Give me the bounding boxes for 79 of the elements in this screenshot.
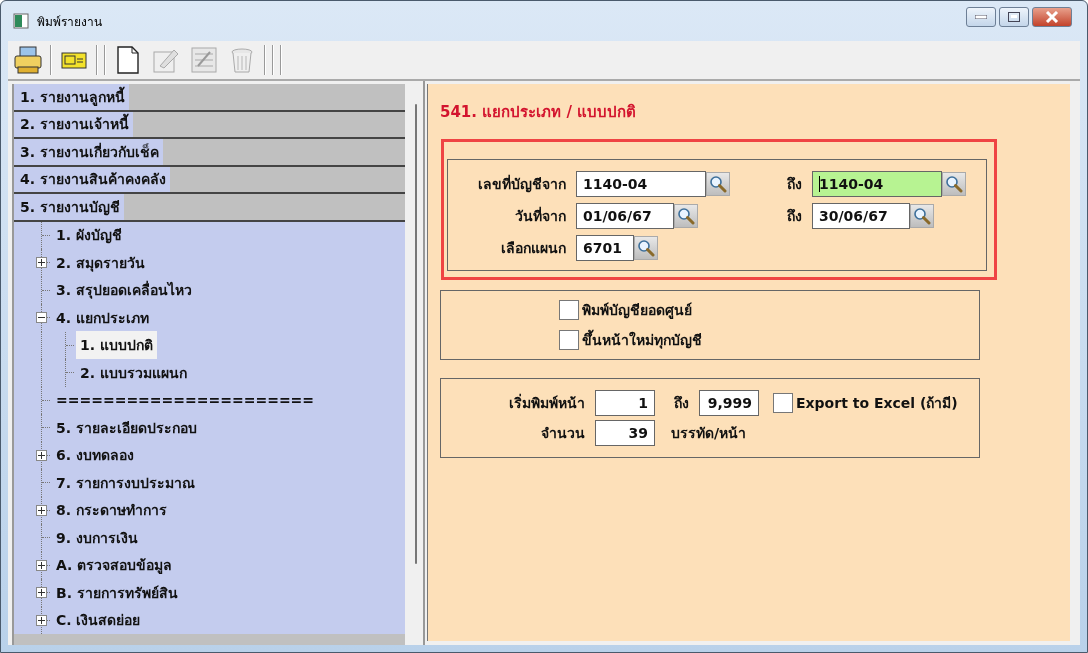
- magnifier-icon: [709, 175, 727, 193]
- section-header[interactable]: 2. รายงานเจ้าหนี้: [14, 111, 405, 139]
- expand-toggle[interactable]: [36, 559, 47, 571]
- plus-icon: [38, 451, 45, 459]
- checkbox[interactable]: [559, 300, 579, 320]
- tree-item[interactable]: 1. ผังบัญชี: [52, 221, 126, 250]
- field-label: จำนวน: [540, 424, 586, 443]
- section-header[interactable]: 4. รายงานสินค้าคงคลัง: [14, 166, 405, 194]
- tree-item[interactable]: 6. งบทดลอง: [52, 441, 138, 470]
- lookup-button[interactable]: [942, 172, 966, 196]
- magnifier-icon: [637, 239, 655, 257]
- collapse-toggle[interactable]: [36, 312, 47, 324]
- checkbox[interactable]: [773, 393, 793, 413]
- scroll-bar[interactable]: [415, 104, 417, 564]
- input-field[interactable]: 30/06/67: [812, 203, 910, 229]
- minimize-icon: [975, 15, 987, 19]
- tree-item[interactable]: 5. รายละเอียดประกอบ: [52, 413, 201, 442]
- plus-icon: [38, 616, 45, 624]
- field-label: วันที่จาก: [514, 205, 567, 226]
- plus-icon: [38, 506, 45, 514]
- input-field[interactable]: 1: [595, 390, 655, 416]
- input-field[interactable]: 1140-04: [576, 171, 706, 197]
- lookup-button[interactable]: [634, 236, 658, 260]
- magnifier-icon: [677, 207, 695, 225]
- card-icon[interactable]: [61, 49, 87, 71]
- input-field[interactable]: 1140-04: [812, 171, 942, 197]
- lookup-button[interactable]: [674, 204, 698, 228]
- form-title: 541. แยกประเภท / แบบปกติ: [440, 102, 638, 123]
- field-label: ถึง: [673, 394, 690, 413]
- section-header[interactable]: 1. รายงานลูกหนี้: [14, 84, 405, 112]
- maximize-button[interactable]: [999, 7, 1029, 27]
- field-label: เลือกแผนก: [500, 239, 567, 258]
- close-button[interactable]: [1032, 7, 1072, 27]
- minimize-button[interactable]: [966, 7, 996, 27]
- tree-item[interactable]: 1. แบบปกติ: [76, 331, 157, 360]
- expand-toggle[interactable]: [36, 614, 47, 626]
- tree-item[interactable]: 2. แบบรวมแผนก: [76, 358, 191, 387]
- app-icon: [13, 13, 29, 29]
- tree-item[interactable]: 9. งบการเงิน: [52, 523, 142, 552]
- input-field[interactable]: 9,999: [699, 390, 759, 416]
- checkbox-label: Export to Excel (ถ้ามี): [796, 394, 958, 413]
- maximize-icon: [1008, 12, 1020, 22]
- unit-label: บรรทัด/หน้า: [671, 424, 747, 443]
- checkbox-label: ขึ้นหน้าใหม่ทุกบัญชี: [582, 329, 702, 351]
- printer-icon[interactable]: [13, 45, 43, 75]
- lookup-button[interactable]: [706, 172, 730, 196]
- input-field[interactable]: 39: [595, 420, 655, 446]
- tree-item[interactable]: A. ตรวจสอบข้อมูล: [52, 551, 177, 580]
- field-label: เริ่มพิมพ์หน้า: [508, 392, 586, 413]
- expand-toggle[interactable]: [36, 257, 47, 269]
- expand-toggle[interactable]: [36, 504, 47, 516]
- close-icon: [1045, 11, 1059, 23]
- tree-item[interactable]: 4. แยกประเภท: [52, 303, 153, 332]
- tree-item[interactable]: 7. รายการงบประมาณ: [52, 468, 199, 497]
- tree-item[interactable]: 2. สมุดรายวัน: [52, 248, 149, 277]
- tree-item[interactable]: ======================: [52, 389, 319, 412]
- field-label: ถึง: [786, 207, 803, 226]
- lookup-button[interactable]: [910, 204, 934, 228]
- plus-icon: [38, 259, 45, 267]
- expand-toggle[interactable]: [36, 587, 47, 599]
- section-header[interactable]: 3. รายงานเกี่ยวกับเช็ค: [14, 139, 405, 167]
- magnifier-icon: [913, 207, 931, 225]
- expand-toggle[interactable]: [36, 449, 47, 461]
- tree-item[interactable]: B. รายการทรัพย์สิน: [52, 578, 182, 607]
- input-field[interactable]: 01/06/67: [576, 203, 674, 229]
- window-title: พิมพ์รายงาน: [37, 13, 102, 31]
- magnifier-icon: [945, 175, 963, 193]
- section-header[interactable]: 5. รายงานบัญชี: [14, 194, 405, 222]
- plus-icon: [38, 589, 45, 597]
- field-label: เลขที่บัญชีจาก: [477, 173, 567, 195]
- page-icon[interactable]: [116, 46, 140, 74]
- field-label: ถึง: [786, 175, 803, 194]
- plus-icon: [38, 561, 45, 569]
- checkbox[interactable]: [559, 330, 579, 350]
- tree-item[interactable]: C. เงินสดย่อย: [52, 606, 145, 635]
- tree-item[interactable]: 8. กระดาษทำการ: [52, 496, 171, 525]
- checkbox-label: พิมพ์บัญชียอดศูนย์: [582, 301, 692, 321]
- tree-item[interactable]: 3. สรุปยอดเคลื่อนไหว: [52, 276, 196, 305]
- input-field[interactable]: 6701: [576, 235, 634, 261]
